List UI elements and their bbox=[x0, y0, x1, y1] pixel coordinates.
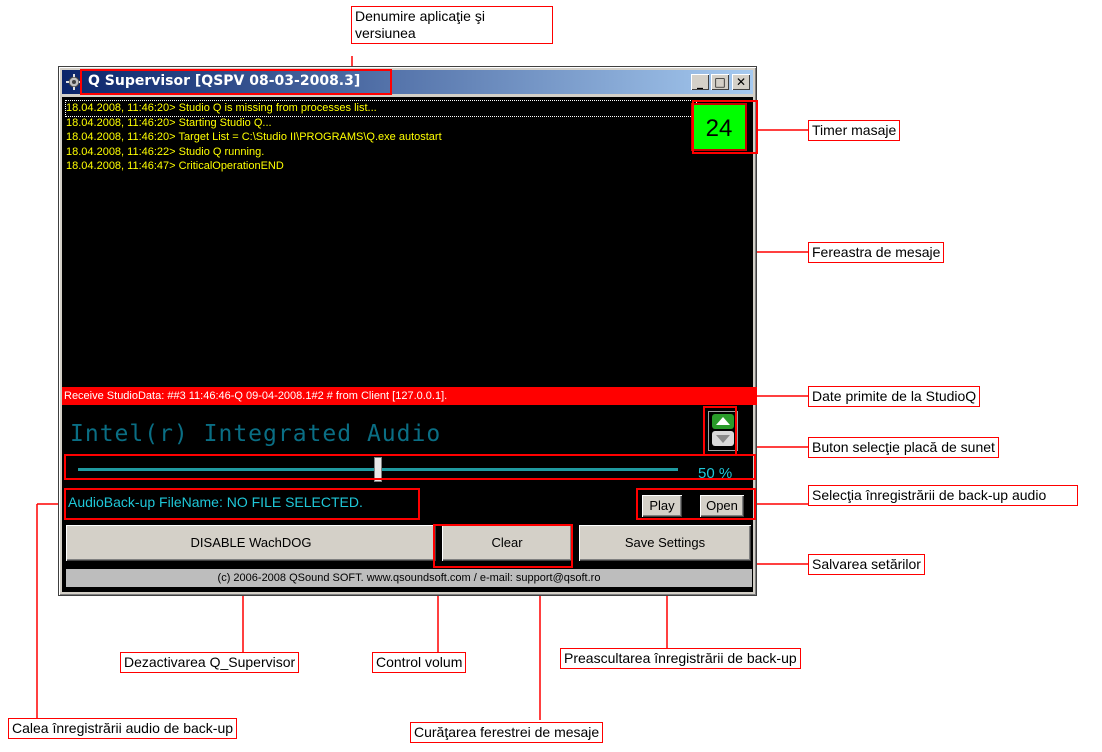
close-button[interactable]: ✕ bbox=[732, 74, 750, 90]
log-line: 18.04.2008, 11:46:20> Target List = C:\S… bbox=[66, 131, 442, 143]
save-settings-button[interactable]: Save Settings bbox=[579, 525, 751, 561]
message-log[interactable]: 18.04.2008, 11:46:20> Studio Q is missin… bbox=[65, 100, 697, 381]
annotation-backup-selection: Selecţia înregistrării de back-up audio bbox=[808, 485, 1078, 506]
copyright-footer: (c) 2006-2008 QSound SOFT. www.qsoundsof… bbox=[66, 569, 752, 587]
soundcard-name: Intel(r) Integrated Audio bbox=[70, 421, 442, 447]
annotation-message-window: Fereastra de mesaje bbox=[808, 242, 945, 263]
annotation-soundcard-button: Buton selecţie placă de sunet bbox=[808, 437, 999, 458]
log-line: 18.04.2008, 11:46:22> Studio Q running. bbox=[66, 145, 265, 158]
annotation-app-name: Denumire aplicaţie şi versiunea bbox=[351, 6, 553, 44]
studio-data-status: Receive StudioData: ##3 11:46:46-Q 09-04… bbox=[62, 387, 757, 405]
title-highlight bbox=[80, 69, 392, 95]
annotation-studioq-data: Date primite de la StudioQ bbox=[808, 386, 981, 407]
annotation-backup-path: Calea înregistrării audio de back-up bbox=[8, 718, 238, 739]
annotation-timer: Timer masaje bbox=[808, 120, 901, 141]
annotation-volume: Control volum bbox=[372, 652, 467, 673]
annotation-clear: Curăţarea ferestrei de mesaje bbox=[410, 722, 604, 743]
soundcard-button-highlight bbox=[703, 406, 737, 456]
log-line: 18.04.2008, 11:46:47> CriticalOperationE… bbox=[66, 160, 284, 172]
clear-highlight bbox=[433, 524, 573, 568]
log-line: 18.04.2008, 11:46:20> Studio Q is missin… bbox=[65, 100, 697, 117]
annotation-prelisten: Preascultarea înregistrării de back-up bbox=[560, 648, 801, 669]
maximize-button[interactable]: □ bbox=[711, 74, 729, 90]
play-open-highlight bbox=[636, 488, 756, 520]
volume-highlight bbox=[64, 454, 756, 480]
filename-highlight bbox=[64, 488, 420, 520]
timer-highlight bbox=[692, 100, 758, 154]
annotation-save-settings: Salvarea setărilor bbox=[808, 554, 925, 575]
minimize-button[interactable]: _ bbox=[691, 74, 709, 90]
disable-watchdog-button[interactable]: DISABLE WachDOG bbox=[66, 525, 436, 561]
log-line: 18.04.2008, 11:46:20> Starting Studio Q.… bbox=[66, 116, 272, 129]
annotation-disable: Dezactivarea Q_Supervisor bbox=[120, 652, 300, 673]
